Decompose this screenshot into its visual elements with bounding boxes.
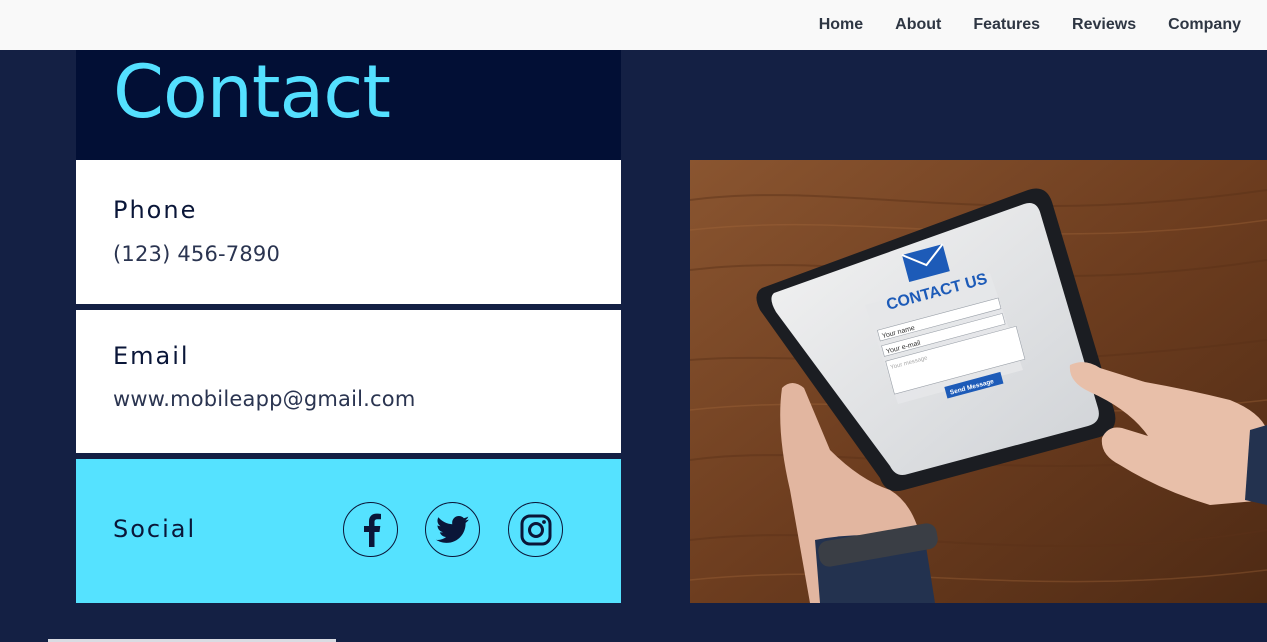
twitter-icon[interactable] <box>425 502 480 557</box>
email-value[interactable]: www.mobileapp@gmail.com <box>113 387 415 411</box>
nav-link-home[interactable]: Home <box>819 16 863 34</box>
tablet-illustration: CONTACT US Your name Your e-mail Your me… <box>690 160 1267 603</box>
email-label: Email <box>113 342 190 370</box>
email-card: Email www.mobileapp@gmail.com <box>76 310 621 453</box>
nav-link-reviews[interactable]: Reviews <box>1072 16 1136 34</box>
page-title: Contact <box>113 50 391 135</box>
title-block: Contact <box>76 50 621 160</box>
phone-card: Phone (123) 456-7890 <box>76 160 621 304</box>
nav-link-about[interactable]: About <box>895 16 941 34</box>
nav-link-features[interactable]: Features <box>973 16 1040 34</box>
top-navigation: Home About Features Reviews Company <box>0 0 1267 50</box>
phone-value[interactable]: (123) 456-7890 <box>113 242 280 266</box>
twitter-glyph <box>435 515 469 543</box>
facebook-glyph <box>363 513 381 547</box>
social-card: Social <box>76 459 621 603</box>
contact-tablet-photo: CONTACT US Your name Your e-mail Your me… <box>690 160 1267 603</box>
nav-link-company[interactable]: Company <box>1168 16 1241 34</box>
instagram-glyph <box>520 514 551 545</box>
facebook-icon[interactable] <box>343 502 398 557</box>
phone-label: Phone <box>113 196 198 224</box>
social-label: Social <box>113 515 197 543</box>
instagram-icon[interactable] <box>508 502 563 557</box>
